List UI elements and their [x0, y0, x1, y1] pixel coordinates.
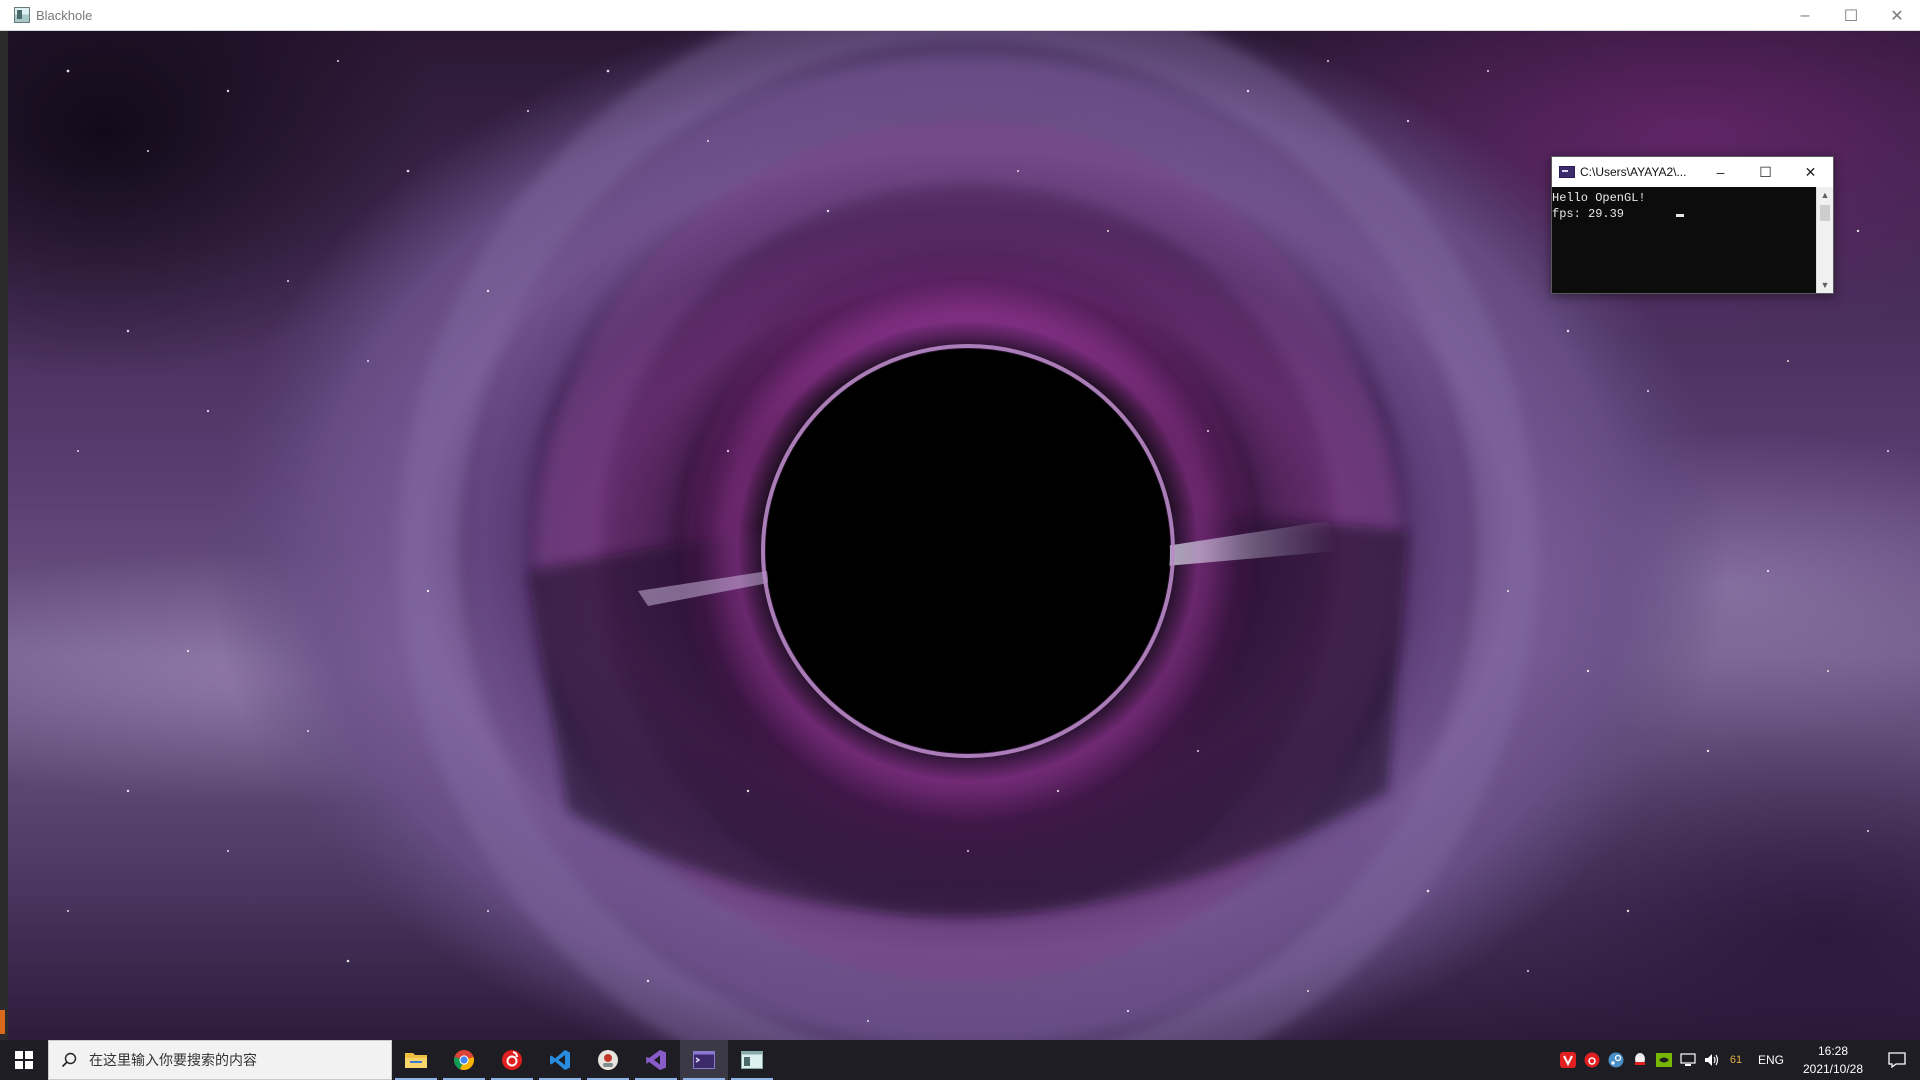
chrome-icon	[454, 1050, 474, 1071]
tray-nvidia-icon[interactable]	[1652, 1040, 1676, 1080]
minimize-button[interactable]: –	[1782, 0, 1828, 31]
console-line: Hello OpenGL!	[1552, 191, 1646, 205]
console-output[interactable]: Hello OpenGL! fps: 29.39	[1552, 187, 1816, 293]
app-icon	[598, 1050, 618, 1070]
search-icon	[49, 1052, 89, 1068]
console-window[interactable]: C:\Users\AYAYA2\... – ☐ ✕ Hello OpenGL! f…	[1551, 156, 1834, 294]
console-title: C:\Users\AYAYA2\...	[1580, 165, 1687, 179]
taskbar-vscode[interactable]	[536, 1040, 584, 1080]
scroll-up-arrow-icon[interactable]: ▲	[1817, 187, 1833, 203]
taskbar-clock[interactable]: 16:28 2021/10/28	[1792, 1042, 1874, 1078]
scroll-down-arrow-icon[interactable]: ▼	[1817, 277, 1833, 293]
taskbar-file-explorer[interactable]	[392, 1040, 440, 1080]
tray-network-icon[interactable]	[1676, 1040, 1700, 1080]
taskbar-app[interactable]	[584, 1040, 632, 1080]
desktop-edge-marker	[0, 1010, 5, 1034]
tray-volume-icon[interactable]	[1700, 1040, 1724, 1080]
system-tray: 61 ENG 16:28 2021/10/28	[1556, 1040, 1920, 1080]
tray-battery-level[interactable]: 61	[1724, 1040, 1748, 1080]
console-line: fps: 29.39	[1552, 207, 1625, 221]
close-button[interactable]: ✕	[1874, 0, 1920, 31]
app-window-icon	[14, 7, 30, 23]
console-icon	[693, 1051, 715, 1069]
notification-icon	[1888, 1052, 1906, 1068]
tray-steam-icon[interactable]	[1604, 1040, 1628, 1080]
taskbar-chrome[interactable]	[440, 1040, 488, 1080]
scrollbar-thumb[interactable]	[1820, 205, 1830, 221]
console-close-button[interactable]: ✕	[1788, 157, 1833, 187]
clock-time: 16:28	[1817, 1044, 1849, 1058]
console-titlebar[interactable]: C:\Users\AYAYA2\... – ☐ ✕	[1552, 157, 1833, 187]
console-icon	[1559, 166, 1575, 178]
blackhole-app-icon	[741, 1051, 763, 1069]
start-button[interactable]	[0, 1040, 48, 1080]
tray-netease-icon[interactable]	[1580, 1040, 1604, 1080]
window-titlebar[interactable]: Blackhole – ☐ ✕	[0, 0, 1920, 31]
search-placeholder: 在这里输入你要搜索的内容	[89, 1052, 257, 1068]
taskbar-search-box[interactable]: 在这里输入你要搜索的内容	[48, 1040, 392, 1080]
taskbar-blackhole-app[interactable]	[728, 1040, 776, 1080]
maximize-button[interactable]: ☐	[1828, 0, 1874, 31]
clock-date: 2021/10/28	[1802, 1062, 1864, 1076]
console-maximize-button[interactable]: ☐	[1743, 157, 1788, 187]
input-language-indicator[interactable]: ENG	[1758, 1053, 1784, 1067]
tray-app-v-icon[interactable]	[1556, 1040, 1580, 1080]
console-cursor	[1676, 214, 1684, 217]
windows-logo-icon	[15, 1051, 33, 1069]
action-center-button[interactable]	[1874, 1040, 1920, 1080]
window-title: Blackhole	[36, 7, 93, 23]
vscode-icon	[550, 1050, 570, 1070]
file-explorer-icon	[405, 1053, 427, 1068]
console-window-controls: – ☐ ✕	[1698, 157, 1833, 187]
taskbar: 在这里输入你要搜索的内容 61 ENG 16:28 2021/10/28	[0, 1040, 1920, 1080]
netease-music-icon	[502, 1050, 522, 1070]
window-controls: – ☐ ✕	[1782, 0, 1920, 31]
taskbar-console[interactable]	[680, 1040, 728, 1080]
console-scrollbar[interactable]: ▲ ▼	[1816, 187, 1833, 293]
desktop-edge	[0, 31, 8, 1040]
tray-qq-icon[interactable]	[1628, 1040, 1652, 1080]
visual-studio-icon	[646, 1050, 666, 1070]
taskbar-netease-music[interactable]	[488, 1040, 536, 1080]
taskbar-visual-studio[interactable]	[632, 1040, 680, 1080]
console-minimize-button[interactable]: –	[1698, 157, 1743, 187]
